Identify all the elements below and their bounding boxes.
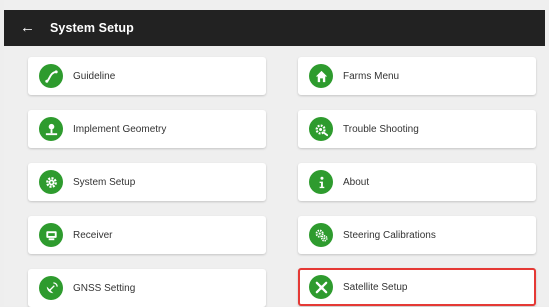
- menu-item-label: System Setup: [73, 176, 136, 188]
- gears-icon: [309, 223, 333, 247]
- menu-item-label: Steering Calibrations: [343, 229, 436, 241]
- info-icon: [309, 170, 333, 194]
- menu-item-label: Satellite Setup: [343, 281, 408, 293]
- menu-item-guideline[interactable]: Guideline: [28, 57, 266, 95]
- menu-item-label: Farms Menu: [343, 70, 400, 82]
- menu-item-gnss-setting[interactable]: GNSS Setting: [28, 269, 266, 307]
- gear-icon: [39, 170, 63, 194]
- implement-icon: [39, 117, 63, 141]
- menu-item-label: Guideline: [73, 70, 116, 82]
- menu-item-trouble-shooting[interactable]: Trouble Shooting: [298, 110, 536, 148]
- menu-item-label: GNSS Setting: [73, 282, 136, 294]
- satellite-dish-icon: [39, 276, 63, 300]
- home-icon: [309, 64, 333, 88]
- arrow-left-icon[interactable]: ←: [20, 10, 35, 46]
- menu-item-farms-menu[interactable]: Farms Menu: [298, 57, 536, 95]
- menu-item-receiver[interactable]: Receiver: [28, 216, 266, 254]
- menu-item-label: Receiver: [73, 229, 113, 241]
- menu-item-steering-calibrations[interactable]: Steering Calibrations: [298, 216, 536, 254]
- page-title: System Setup: [50, 21, 134, 35]
- satellite-tools-icon: [309, 275, 333, 299]
- menu-item-label: About: [343, 176, 370, 188]
- menu-item-implement-geometry[interactable]: Implement Geometry: [28, 110, 266, 148]
- top-bar: ← System Setup: [4, 10, 545, 46]
- menu-item-label: Implement Geometry: [73, 123, 167, 135]
- gear-wrench-icon: [309, 117, 333, 141]
- guideline-icon: [39, 64, 63, 88]
- menu-item-about[interactable]: About: [298, 163, 536, 201]
- receiver-icon: [39, 223, 63, 247]
- menu-item-label: Trouble Shooting: [343, 123, 419, 135]
- menu-item-satellite-setup[interactable]: Satellite Setup: [298, 268, 536, 306]
- menu-item-system-setup[interactable]: System Setup: [28, 163, 266, 201]
